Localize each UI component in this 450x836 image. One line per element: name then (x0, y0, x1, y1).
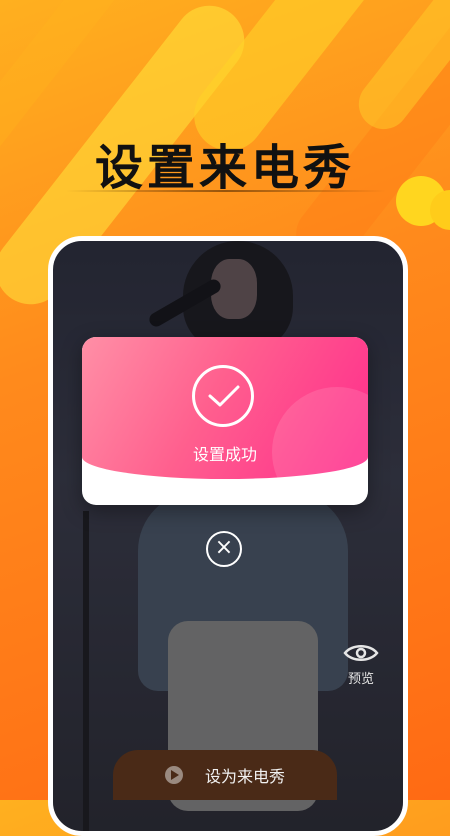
close-icon[interactable]: × (206, 531, 242, 567)
eye-icon (343, 645, 379, 661)
set-caller-show-button[interactable]: 设为来电秀 (113, 750, 337, 800)
preview-button[interactable]: 预览 (340, 642, 382, 687)
preview-label: 预览 (347, 672, 374, 687)
dialog-header: 设置成功 (82, 337, 368, 505)
page-headline: 设置来电秀 (94, 140, 355, 196)
headline-divider (66, 190, 386, 192)
success-dialog: 设置成功 (82, 337, 368, 505)
play-icon (164, 766, 183, 784)
dialog-message: 设置成功 (192, 445, 257, 464)
check-icon (192, 365, 254, 427)
set-caller-show-label: 设为来电秀 (204, 767, 285, 786)
